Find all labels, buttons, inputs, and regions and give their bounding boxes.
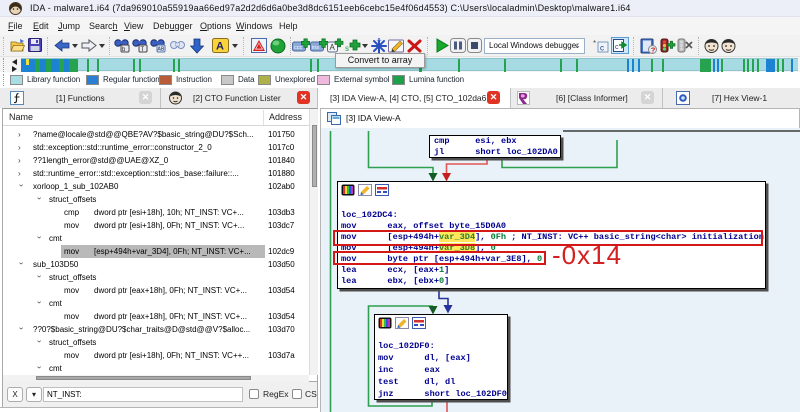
svg-text:c: c <box>615 44 619 51</box>
svg-text:T: T <box>141 47 145 53</box>
svg-text:ins: ins <box>312 45 319 51</box>
svg-text:?: ? <box>651 46 656 55</box>
svg-text:AB: AB <box>158 47 165 53</box>
svg-text:ccc: ccc <box>294 45 303 51</box>
svg-text:*: * <box>593 39 596 48</box>
svg-text:c: c <box>600 44 604 53</box>
svg-text:s: s <box>345 44 349 53</box>
svg-text:A: A <box>330 43 336 52</box>
svg-text:A: A <box>216 41 224 53</box>
